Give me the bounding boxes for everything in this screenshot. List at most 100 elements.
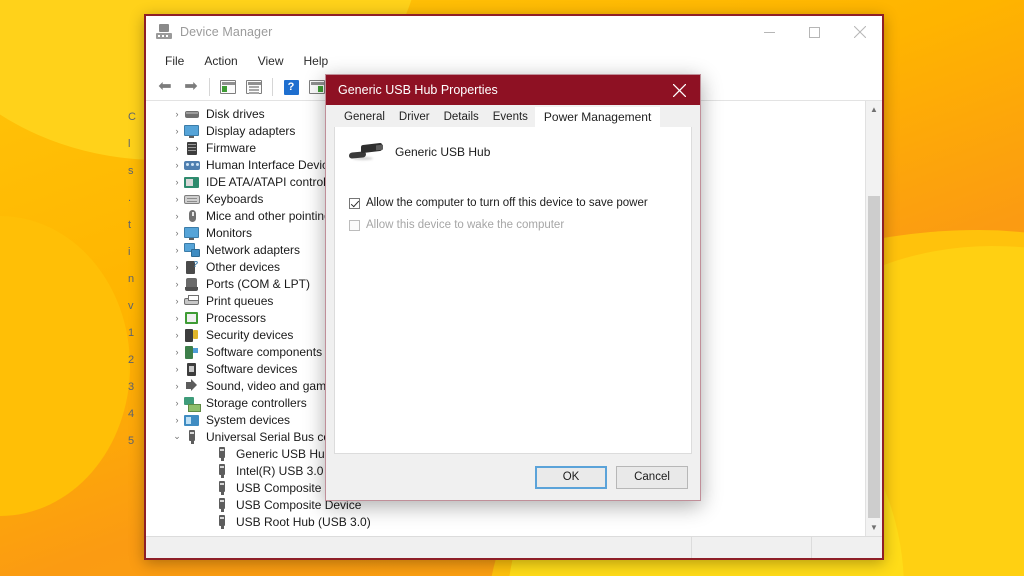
tree-item-label: Processors [206, 310, 267, 325]
status-segment-secondary [692, 537, 812, 558]
tree-item-label: Storage controllers [206, 395, 307, 410]
background-text-fragment: C [128, 111, 136, 123]
monitors-icon [184, 226, 200, 240]
tab-details[interactable]: Details [437, 109, 486, 128]
tree-item-label: Print queues [206, 293, 274, 308]
menu-item-view[interactable]: View [249, 51, 293, 71]
tab-power-management[interactable]: Power Management [534, 107, 661, 128]
cancel-button[interactable]: Cancel [616, 465, 688, 489]
maximize-icon[interactable] [792, 16, 837, 48]
chevron-right-icon[interactable]: › [170, 109, 184, 119]
device-manager-icon [156, 24, 172, 40]
sound-video-game-icon [184, 378, 200, 393]
software-devices-icon [184, 362, 200, 376]
background-text-fragment: i [128, 246, 131, 258]
tree-item-label: Human Interface Devices [206, 157, 341, 172]
checkbox-turn-off-device[interactable] [349, 197, 360, 209]
menu-item-file[interactable]: File [156, 51, 193, 71]
scroll-down-icon[interactable]: ▼ [866, 519, 882, 536]
scrollbar-thumb[interactable] [868, 196, 880, 518]
show-hidden-devices-icon[interactable] [242, 76, 266, 98]
window-titlebar: Device Manager [146, 16, 882, 48]
chevron-right-icon[interactable]: › [170, 381, 184, 391]
tab-general[interactable]: General [337, 109, 392, 128]
ok-button[interactable]: OK [535, 465, 607, 489]
background-blob-5 [0, 216, 130, 516]
forward-arrow-icon[interactable]: ➡ [179, 76, 203, 98]
toolbar-separator [209, 78, 210, 96]
tab-driver[interactable]: Driver [392, 109, 437, 128]
tree-item-label: Network adapters [206, 242, 301, 257]
chevron-right-icon[interactable]: › [170, 364, 184, 374]
usb-device-icon [214, 463, 230, 478]
human-interface-devices-icon [184, 158, 200, 172]
menu-item-action[interactable]: Action [195, 51, 246, 71]
back-arrow-icon[interactable]: ⬅ [153, 76, 177, 98]
tree-item-label: Ports (COM & LPT) [206, 276, 311, 291]
close-icon[interactable] [658, 75, 700, 105]
disk-drives-icon [184, 107, 200, 121]
tree-item-label: Software components [206, 344, 323, 359]
vertical-scrollbar[interactable]: ▲ ▼ [865, 101, 882, 536]
checkbox-wake-computer[interactable] [349, 219, 360, 231]
chevron-right-icon[interactable]: › [170, 313, 184, 323]
minimize-icon[interactable] [747, 16, 792, 48]
status-segment-tertiary [812, 537, 882, 558]
chevron-right-icon[interactable]: › [170, 398, 184, 408]
chevron-right-icon[interactable]: › [170, 279, 184, 289]
usb-device-icon [214, 497, 230, 512]
scroll-up-icon[interactable]: ▲ [866, 101, 882, 118]
checkbox-row-wake-computer[interactable]: Allow this device to wake the computer [335, 219, 691, 231]
device-name: Generic USB Hub [395, 145, 491, 159]
menu-bar: File Action View Help [146, 48, 882, 74]
chevron-right-icon[interactable]: › [170, 177, 184, 187]
background-text-fragment: t [128, 219, 132, 231]
dialog-tabs: General Driver Details Events Power Mana… [326, 105, 700, 128]
background-text-fragment: l [128, 138, 131, 150]
dialog-title: Generic USB Hub Properties [338, 83, 498, 97]
chevron-right-icon[interactable]: › [170, 194, 184, 204]
chevron-right-icon[interactable]: › [170, 347, 184, 357]
print-queues-icon [184, 294, 200, 308]
background-text-fragment: 5 [128, 435, 135, 447]
chevron-right-icon[interactable]: › [170, 330, 184, 340]
tree-item-label: Other devices [206, 259, 281, 274]
display-adapters-icon [184, 124, 200, 138]
background-text-fragment: v [128, 300, 134, 312]
usb-device-icon [214, 514, 230, 529]
tree-item[interactable]: USB Root Hub (USB 3.0) [146, 513, 865, 530]
chevron-right-icon[interactable]: › [170, 415, 184, 425]
properties-icon[interactable] [216, 76, 240, 98]
desktop-background: Cls.tinv12345 Device Manager File Action… [0, 0, 1024, 576]
device-header: Generic USB Hub [335, 127, 691, 163]
close-icon[interactable] [837, 16, 882, 48]
chevron-right-icon[interactable]: › [170, 160, 184, 170]
background-text-fragment: s [128, 165, 134, 177]
chevron-right-icon[interactable]: › [170, 245, 184, 255]
usb-device-icon [214, 446, 230, 461]
security-devices-icon [184, 328, 200, 342]
chevron-right-icon[interactable]: › [170, 211, 184, 221]
usb-plug-icon [349, 141, 383, 163]
tree-item-label: Security devices [206, 327, 294, 342]
chevron-right-icon[interactable]: › [170, 126, 184, 136]
usb-device-icon [214, 480, 230, 495]
tab-events[interactable]: Events [486, 109, 535, 128]
background-text-fragment: 2 [128, 354, 135, 366]
menu-item-help[interactable]: Help [295, 51, 338, 71]
firmware-icon [184, 141, 200, 155]
keyboards-icon [184, 192, 200, 206]
chevron-right-icon[interactable]: › [170, 262, 184, 272]
checkbox-label-turn-off-device: Allow the computer to turn off this devi… [366, 197, 648, 209]
tree-item-label: Keyboards [206, 191, 264, 206]
chevron-right-icon[interactable]: › [170, 143, 184, 153]
properties-dialog: Generic USB Hub Properties General Drive… [325, 74, 701, 501]
background-text-fragment: . [128, 192, 132, 204]
checkbox-row-turn-off-device[interactable]: Allow the computer to turn off this devi… [335, 197, 691, 209]
background-text-fragment: 3 [128, 381, 135, 393]
chevron-right-icon[interactable]: › [170, 296, 184, 306]
help-icon[interactable]: ? [279, 76, 303, 98]
chevron-down-icon[interactable]: ⌄ [170, 431, 184, 442]
power-management-panel: Generic USB Hub Allow the computer to tu… [334, 127, 692, 454]
chevron-right-icon[interactable]: › [170, 228, 184, 238]
